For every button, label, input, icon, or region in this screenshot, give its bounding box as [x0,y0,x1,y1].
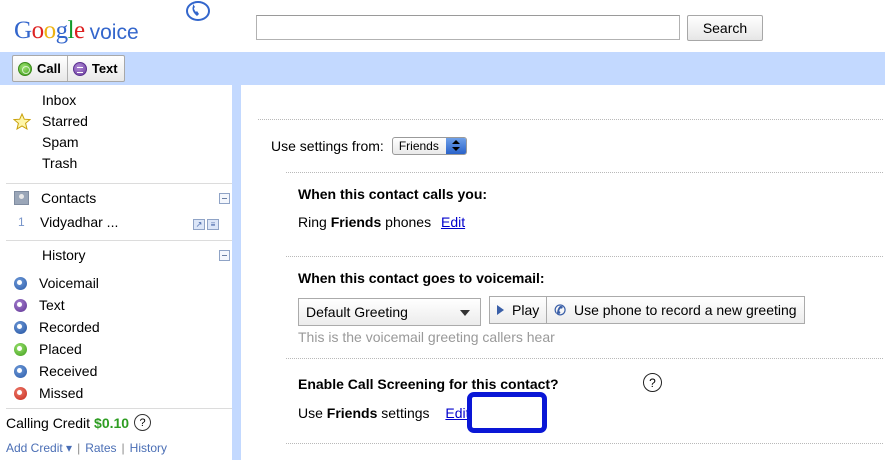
sidebar-divider[interactable] [232,85,241,460]
call-button[interactable]: Call [13,56,67,81]
contact-item[interactable]: 1 Vidyadhar ... [18,212,118,232]
google-voice-logo[interactable]: Google voice [14,7,139,43]
greeting-select[interactable]: Default Greeting [298,298,481,326]
play-icon [497,305,504,315]
sidebar-separator [6,240,232,241]
sidebar-item-spam[interactable]: Spam [42,132,88,153]
sidebar-item-starred[interactable]: Starred [42,111,88,132]
play-button[interactable]: Play [490,297,546,323]
history-item-recorded[interactable]: Recorded [14,316,100,338]
screening-section-text: Use Friends settings Edit [298,405,470,421]
phone-logo-icon [186,1,210,21]
text-button-label: Text [91,61,118,76]
record-label: Use phone to record a new greeting [573,302,797,318]
logo-voice-text: voice [89,21,139,44]
text-icon [14,298,27,312]
calls-section-text: Ring Friends phones Edit [298,214,465,230]
action-bar [0,52,885,85]
calls-section-title: When this contact calls you: [298,186,488,202]
history-link[interactable]: History [130,441,167,455]
use-settings-row: Use settings from: Friends [271,137,467,155]
greeting-hint: This is the voicemail greeting callers h… [298,329,555,345]
history-item-received[interactable]: Received [14,360,97,382]
history-item-voicemail[interactable]: Voicemail [14,272,99,294]
credit-links: Add Credit ▾ | Rates | History [6,441,167,455]
credit-amount: $0.10 [94,414,130,431]
play-label: Play [512,302,540,318]
call-text-button-group: Call Text [12,55,125,82]
sidebar-item-trash[interactable]: Trash [42,153,88,174]
voicemail-icon [14,276,27,290]
missed-icon [14,386,27,400]
section-divider [286,358,883,359]
screening-section-title: Enable Call Screening for this contact? [298,376,559,392]
section-divider [258,119,883,120]
text-button[interactable]: Text [66,56,124,81]
use-settings-value: Friends [398,139,439,153]
call-button-label: Call [37,61,61,76]
screening-help-icon[interactable]: ? [643,373,662,392]
voicemail-section-title: When this contact goes to voicemail: [298,270,545,286]
section-divider [286,172,883,173]
phone-icon: ✆ [554,301,566,318]
screening-text-group: Friends [326,405,378,421]
calls-edit-link[interactable]: Edit [441,214,465,230]
section-divider [286,443,883,444]
screening-text-post: settings [377,405,430,421]
sidebar-item-contacts[interactable]: Contacts [14,188,96,208]
logo-google-text: Google [14,17,85,44]
help-icon[interactable]: ? [134,414,152,431]
screening-edit-link[interactable]: Edit [445,405,469,421]
sidebar-separator [6,183,232,184]
placed-icon [14,342,27,356]
contact-edit-icon[interactable]: ↗ [193,219,205,230]
history-label: Placed [39,341,82,357]
search-button[interactable]: Search [687,15,763,41]
screening-text-pre: Use [298,405,327,421]
use-settings-select[interactable]: Friends [391,137,467,155]
sidebar-nav: Inbox Starred Spam Trash [42,90,88,174]
link-separator: | [121,441,125,455]
history-item-missed[interactable]: Missed [14,382,83,404]
history-collapse-icon[interactable] [219,250,230,261]
history-label: Received [39,363,98,379]
greeting-controls: Play ✆ Use phone to record a new greetin… [489,296,805,324]
sidebar-separator [6,408,232,409]
calling-credit: Calling Credit $0.10 ? [6,414,152,431]
record-greeting-button[interactable]: ✆ Use phone to record a new greeting [546,297,803,323]
text-message-icon [72,61,87,76]
credit-label: Calling Credit [6,414,91,431]
contact-name: Vidyadhar ... [40,214,119,230]
history-label: Recorded [39,319,100,335]
use-settings-label: Use settings from: [271,138,384,154]
history-label: Missed [39,385,84,401]
highlight-box [467,392,547,433]
received-icon [14,364,27,378]
link-separator: | [77,441,81,455]
star-icon [13,113,31,130]
calls-text-pre: Ring [298,214,331,230]
rates-link[interactable]: Rates [85,441,116,455]
history-label: Voicemail [39,275,99,291]
calls-text-post: phones [381,214,432,230]
greeting-value: Default Greeting [306,304,408,320]
contacts-icon [14,191,29,205]
sidebar-item-history[interactable]: History [42,245,86,265]
history-item-placed[interactable]: Placed [14,338,82,360]
contact-count: 1 [18,215,25,229]
history-label: Text [39,297,65,313]
add-credit-link[interactable]: Add Credit ▾ [6,441,72,455]
section-divider [286,256,883,257]
contacts-collapse-icon[interactable] [219,193,230,204]
contacts-label: Contacts [41,190,97,206]
history-item-text[interactable]: Text [14,294,65,316]
calls-text-group: Friends [330,214,382,230]
contact-list-icon[interactable]: ≡ [207,219,219,230]
sidebar-item-inbox[interactable]: Inbox [42,90,88,111]
chevron-down-icon [460,310,470,316]
search-input[interactable] [256,15,680,40]
select-arrows-icon [445,138,466,154]
recorded-icon [14,320,27,334]
call-icon [18,61,32,76]
